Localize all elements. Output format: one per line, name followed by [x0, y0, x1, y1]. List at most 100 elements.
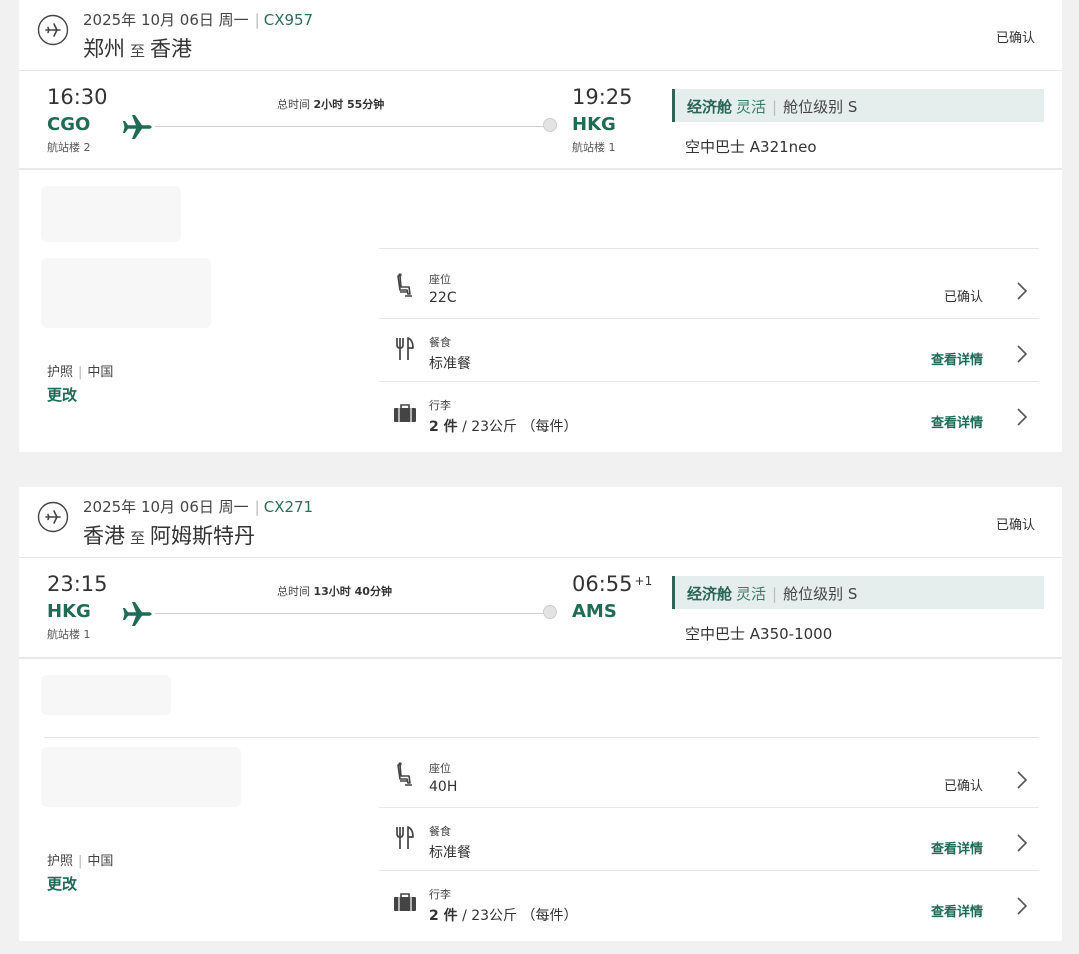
service-value: 2 件 / 23公斤 （每件） [429, 905, 578, 925]
divider [19, 168, 1062, 170]
redacted-passenger-info [41, 258, 211, 328]
service-value-text: / 23公斤 （每件） [457, 908, 578, 924]
fare-type: 灵活 [736, 98, 767, 116]
arrival-dot [543, 605, 557, 619]
service-value-text: 标准餐 [429, 845, 471, 861]
route-to-word: 至 [130, 529, 146, 547]
aircraft-type: 空中巴士 A350-1000 [685, 625, 833, 643]
departure-terminal: 航站楼 1 [47, 628, 91, 641]
chevron-right-icon[interactable] [1015, 895, 1029, 917]
view-details-link[interactable]: 查看详情 [931, 901, 983, 920]
route-title: 郑州至香港 [83, 33, 192, 63]
service-value-bold: 2 件 [429, 419, 458, 435]
flight-number: CX957 [263, 11, 314, 29]
chevron-right-icon[interactable] [1015, 280, 1029, 302]
total-duration: 总时间 2小时 55分钟 [277, 96, 384, 112]
plane-icon [122, 115, 152, 139]
booking-class: 舱位级别 S [783, 585, 858, 603]
baggage-row[interactable]: 行李 2 件 / 23公斤 （每件） 查看详情 [379, 382, 1039, 445]
departure-time: 16:30 [47, 85, 108, 109]
route-title: 香港至阿姆斯特丹 [83, 520, 255, 550]
flight-date: 2025年 10月 06日 周一 | CX957 [83, 11, 314, 29]
service-value-text: 40H [429, 779, 458, 795]
duration-label: 总时间 [277, 98, 310, 111]
seat-status: 已确认 [943, 779, 983, 794]
origin-city: 郑州 [83, 37, 125, 61]
cabin-info: 经济舱 灵活 | 舱位级别 S [672, 576, 1044, 609]
arrival-airport-code: AMS [572, 601, 617, 622]
divider [379, 248, 1039, 249]
service-label: 座位 [429, 762, 451, 775]
arrival-time: 06:55 +1 [572, 572, 652, 596]
flight-path-line [155, 613, 551, 614]
service-value: 2 件 / 23公斤 （每件） [429, 416, 578, 436]
service-label: 座位 [429, 273, 451, 286]
divider [19, 70, 1062, 71]
date-text: 2025年 10月 06日 周一 [83, 498, 249, 516]
cabin-info: 经济舱 灵活 | 舱位级别 S [672, 89, 1044, 122]
flight-card: 2025年 10月 06日 周一 | CX957 郑州至香港 已确认 16:30 C… [19, 0, 1062, 452]
meal-icon [396, 337, 414, 360]
cabin-class: 经济舱 [687, 585, 733, 603]
passport-country: 中国 [87, 854, 114, 869]
departure-terminal: 航站楼 2 [47, 141, 91, 154]
service-label: 行李 [429, 888, 451, 901]
origin-city: 香港 [83, 524, 125, 548]
baggage-icon [394, 404, 416, 422]
change-passport-link[interactable]: 更改 [47, 873, 77, 894]
arrival-time: 19:25 [572, 85, 635, 109]
passport-country: 中国 [87, 365, 114, 380]
passport-label: 护照 [47, 854, 74, 869]
service-label: 行李 [429, 399, 451, 412]
arrival-time-value: 19:25 [572, 85, 633, 109]
divider [19, 657, 1062, 659]
meal-icon [396, 826, 414, 849]
departure-time: 23:15 [47, 572, 108, 596]
baggage-row[interactable]: 行李 2 件 / 23公斤 （每件） 查看详情 [379, 871, 1039, 934]
view-details-link[interactable]: 查看详情 [931, 838, 983, 857]
service-value: 22C [429, 290, 457, 306]
meal-row[interactable]: 餐食 标准餐 查看详情 [379, 319, 1039, 382]
chevron-right-icon[interactable] [1015, 406, 1029, 428]
service-value-bold: 2 件 [429, 908, 458, 924]
divider [19, 557, 1062, 558]
flight-number: CX271 [263, 498, 314, 516]
service-value: 标准餐 [429, 353, 471, 373]
change-passport-link[interactable]: 更改 [47, 384, 77, 405]
arrival-airport-code: HKG [572, 114, 616, 135]
duration-label: 总时间 [277, 585, 310, 598]
flight-header: 2025年 10月 06日 周一 | CX957 郑州至香港 已确认 [19, 0, 1062, 70]
flight-header: 2025年 10月 06日 周一 | CX271 香港至阿姆斯特丹 已确认 [19, 487, 1062, 557]
passport-info: 护照 | 中国 [47, 365, 114, 380]
view-details-link[interactable]: 查看详情 [931, 349, 983, 368]
destination-city: 阿姆斯特丹 [150, 524, 256, 548]
departure-airport-code: CGO [47, 114, 91, 135]
seat-row[interactable]: 座位 40H 已确认 [379, 745, 1039, 808]
service-label: 餐食 [429, 336, 451, 349]
passport-label: 护照 [47, 365, 74, 380]
service-value-text: / 23公斤 （每件） [457, 419, 578, 435]
seat-icon [397, 762, 412, 786]
divider [44, 737, 1039, 738]
chevron-right-icon[interactable] [1015, 832, 1029, 854]
booking-status: 已确认 [995, 518, 1035, 533]
route-to-word: 至 [130, 42, 146, 60]
departure-airport-code: HKG [47, 601, 91, 622]
meal-row[interactable]: 餐食 标准餐 查看详情 [379, 808, 1039, 871]
arrival-dot [543, 118, 557, 132]
total-duration: 总时间 13小时 40分钟 [277, 583, 392, 599]
service-value: 标准餐 [429, 842, 471, 862]
booking-status: 已确认 [995, 31, 1035, 46]
chevron-right-icon[interactable] [1015, 343, 1029, 365]
destination-city: 香港 [150, 37, 193, 61]
seat-status: 已确认 [943, 290, 983, 305]
fare-type: 灵活 [736, 585, 767, 603]
chevron-right-icon[interactable] [1015, 769, 1029, 791]
seat-row[interactable]: 座位 22C 已确认 [379, 256, 1039, 319]
service-value-text: 标准餐 [429, 356, 471, 372]
arrival-time-value: 06:55 [572, 572, 633, 596]
view-details-link[interactable]: 查看详情 [931, 412, 983, 431]
redacted-passenger-info [41, 747, 241, 807]
flight-card: 2025年 10月 06日 周一 | CX271 香港至阿姆斯特丹 已确认 23:1… [19, 487, 1062, 941]
baggage-icon [394, 893, 416, 911]
